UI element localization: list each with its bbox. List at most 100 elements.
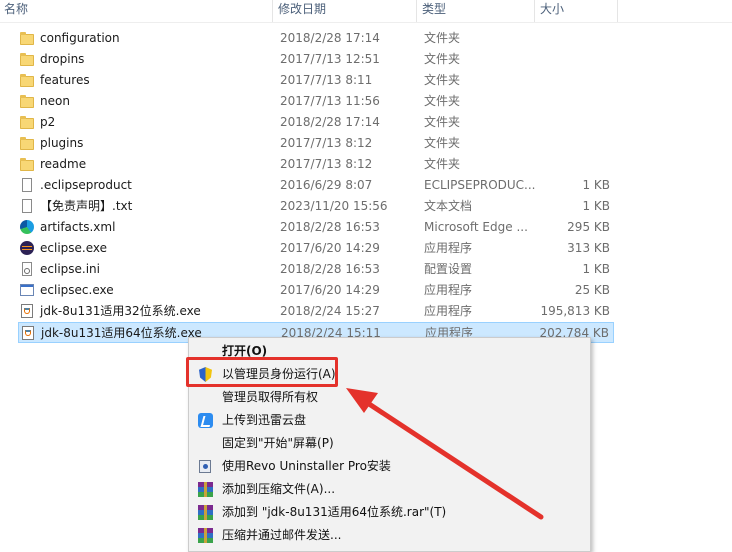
file-name: features	[40, 73, 90, 87]
column-header-bar: 名称 修改日期 类型 大小	[0, 0, 732, 23]
winrar-icon	[198, 482, 213, 497]
file-row[interactable]: 【免责声明】.txt 2023/11/20 15:56 文本文档 1 KB	[18, 196, 614, 217]
file-type: Microsoft Edge ...	[424, 220, 528, 234]
file-row[interactable]: eclipsec.exe 2017/6/20 14:29 应用程序 25 KB	[18, 280, 614, 301]
file-row[interactable]: features 2017/7/13 8:11 文件夹	[18, 70, 614, 91]
file-row[interactable]: dropins 2017/7/13 12:51 文件夹	[18, 49, 614, 70]
folder-icon	[20, 52, 34, 66]
context-menu-item[interactable]: 添加到 "jdk-8u131适用64位系统.rar"(T)	[189, 501, 590, 524]
file-date: 2018/2/28 16:53	[280, 262, 380, 276]
file-size: 1 KB	[582, 199, 610, 213]
context-menu-label: 上传到迅雷云盘	[222, 413, 307, 427]
file-date: 2018/2/28 17:14	[280, 31, 380, 45]
file-name: eclipsec.exe	[40, 283, 114, 297]
file-date: 2017/7/13 8:12	[280, 136, 373, 150]
winrar-icon	[198, 528, 213, 543]
file-date: 2017/7/13 11:56	[280, 94, 380, 108]
file-row[interactable]: p2 2018/2/28 17:14 文件夹	[18, 112, 614, 133]
context-menu-label: 固定到"开始"屏幕(P)	[222, 436, 334, 450]
file-row[interactable]: .eclipseproduct 2016/6/29 8:07 ECLIPSEPROD…	[18, 175, 614, 196]
file-date: 2017/7/13 8:12	[280, 157, 373, 171]
column-header-type[interactable]: 类型	[418, 0, 535, 22]
file-name: jdk-8u131适用64位系统.exe	[41, 326, 202, 340]
column-header-date[interactable]: 修改日期	[274, 0, 417, 22]
context-menu-item[interactable]: 固定到"开始"屏幕(P)	[189, 432, 590, 455]
highlight-box	[186, 357, 338, 387]
settings-file-icon	[20, 262, 34, 276]
winrar-icon	[198, 505, 213, 520]
java-icon	[20, 304, 34, 318]
context-menu-label: 压缩并通过邮件发送...	[222, 528, 342, 542]
file-row[interactable]: jdk-8u131适用32位系统.exe 2018/2/24 15:27 应用程序 1…	[18, 301, 614, 322]
document-icon	[20, 178, 34, 192]
file-row[interactable]: readme 2017/7/13 8:12 文件夹	[18, 154, 614, 175]
context-menu-label: 使用Revo Uninstaller Pro安装	[222, 459, 391, 473]
context-menu-item[interactable]: 使用Revo Uninstaller Pro安装	[189, 455, 590, 478]
exe-icon	[20, 283, 34, 297]
file-name: neon	[40, 94, 70, 108]
folder-icon	[20, 115, 34, 129]
file-name: p2	[40, 115, 56, 129]
file-size: 1 KB	[582, 262, 610, 276]
file-date: 2018/2/28 16:53	[280, 220, 380, 234]
file-type: 文件夹	[424, 94, 461, 108]
file-row[interactable]: artifacts.xml 2018/2/28 16:53 Microsoft Ed…	[18, 217, 614, 238]
file-name: 【免责声明】.txt	[40, 199, 133, 213]
file-row[interactable]: configuration 2018/2/28 17:14 文件夹	[18, 28, 614, 49]
java-icon	[21, 326, 35, 340]
file-date: 2018/2/24 15:27	[280, 304, 380, 318]
file-date: 2018/2/28 17:14	[280, 115, 380, 129]
file-type: 应用程序	[424, 241, 473, 255]
context-menu-item[interactable]: 添加到压缩文件(A)...	[189, 478, 590, 501]
xunlei-icon	[198, 413, 213, 428]
file-size: 1 KB	[582, 178, 610, 192]
context-menu-item[interactable]: 上传到迅雷云盘	[189, 409, 590, 432]
file-row[interactable]: eclipse.ini 2018/2/28 16:53 配置设置 1 KB	[18, 259, 614, 280]
file-row[interactable]: plugins 2017/7/13 8:12 文件夹	[18, 133, 614, 154]
folder-icon	[20, 157, 34, 171]
file-type: 文件夹	[424, 136, 461, 150]
text-file-icon	[20, 199, 34, 213]
file-type: 配置设置	[424, 262, 473, 276]
file-type: 文件夹	[424, 115, 461, 129]
file-name: configuration	[40, 31, 120, 45]
file-type: 应用程序	[424, 283, 473, 297]
file-name: dropins	[40, 52, 85, 66]
file-name: readme	[40, 157, 87, 171]
file-date: 2016/6/29 8:07	[280, 178, 373, 192]
file-date: 2017/7/13 12:51	[280, 52, 380, 66]
context-menu-item[interactable]: 管理员取得所有权	[189, 386, 590, 409]
file-date: 2017/7/13 8:11	[280, 73, 373, 87]
file-size: 25 KB	[574, 283, 610, 297]
file-row[interactable]: eclipse.exe 2017/6/20 14:29 应用程序 313 KB	[18, 238, 614, 259]
file-date: 2017/6/20 14:29	[280, 283, 380, 297]
file-size: 295 KB	[567, 220, 610, 234]
eclipse-icon	[20, 241, 34, 255]
file-name: artifacts.xml	[40, 220, 116, 234]
file-type: 文件夹	[424, 52, 461, 66]
column-header-size[interactable]: 大小	[536, 0, 618, 22]
folder-icon	[20, 73, 34, 87]
context-menu-label: 管理员取得所有权	[222, 390, 319, 404]
folder-icon	[20, 94, 34, 108]
file-type: 应用程序	[424, 304, 473, 318]
folder-icon	[20, 136, 34, 150]
file-size: 195,813 KB	[540, 304, 610, 318]
folder-icon	[20, 31, 34, 45]
file-type: 文件夹	[424, 73, 461, 87]
edge-icon	[20, 220, 34, 234]
file-name: .eclipseproduct	[40, 178, 132, 192]
file-type: 文件夹	[424, 157, 461, 171]
file-type: 文本文档	[424, 199, 473, 213]
file-name: eclipse.ini	[40, 262, 100, 276]
column-header-name[interactable]: 名称	[0, 0, 273, 22]
file-row[interactable]: neon 2017/7/13 11:56 文件夹	[18, 91, 614, 112]
context-menu-item[interactable]: 压缩并通过邮件发送...	[189, 524, 590, 547]
file-size: 313 KB	[567, 241, 610, 255]
context-menu-label: 添加到 "jdk-8u131适用64位系统.rar"(T)	[222, 505, 447, 519]
file-name: jdk-8u131适用32位系统.exe	[40, 304, 201, 318]
file-date: 2023/11/20 15:56	[280, 199, 388, 213]
revo-uninstaller-icon	[198, 459, 213, 474]
file-date: 2017/6/20 14:29	[280, 241, 380, 255]
file-name: eclipse.exe	[40, 241, 108, 255]
